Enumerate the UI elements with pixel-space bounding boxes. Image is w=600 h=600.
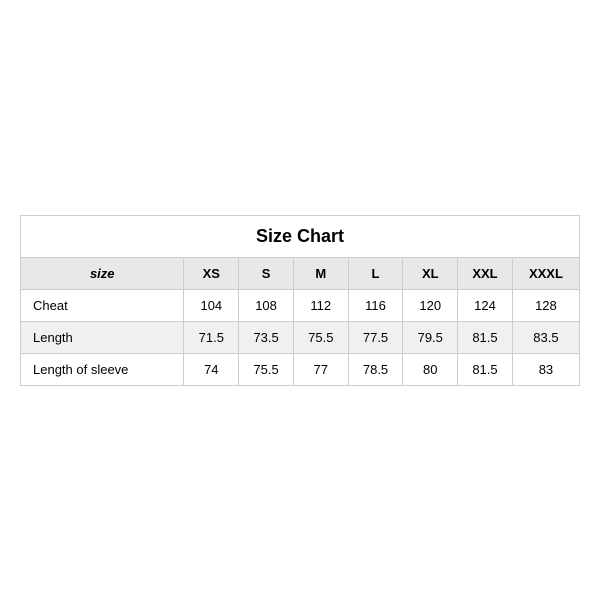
table-row: Length of sleeve7475.57778.58081.583 (21, 353, 580, 385)
cell-value: 75.5 (239, 353, 294, 385)
cell-value: 83 (512, 353, 579, 385)
table-row: Cheat104108112116120124128 (21, 289, 580, 321)
cell-value: 112 (293, 289, 348, 321)
cell-value: 73.5 (239, 321, 294, 353)
cell-value: 75.5 (293, 321, 348, 353)
cell-value: 77 (293, 353, 348, 385)
header-row: size XS S M L XL XXL XXXL (21, 257, 580, 289)
table-row: Length71.573.575.577.579.581.583.5 (21, 321, 580, 353)
header-m: M (293, 257, 348, 289)
cell-value: 71.5 (184, 321, 239, 353)
cell-value: 78.5 (348, 353, 403, 385)
row-label: Cheat (21, 289, 184, 321)
header-xs: XS (184, 257, 239, 289)
header-s: S (239, 257, 294, 289)
cell-value: 77.5 (348, 321, 403, 353)
row-label: Length of sleeve (21, 353, 184, 385)
cell-value: 116 (348, 289, 403, 321)
cell-value: 81.5 (458, 321, 513, 353)
cell-value: 79.5 (403, 321, 458, 353)
cell-value: 81.5 (458, 353, 513, 385)
cell-value: 128 (512, 289, 579, 321)
header-xxxl: XXXL (512, 257, 579, 289)
header-size: size (21, 257, 184, 289)
table-title: Size Chart (21, 215, 580, 257)
cell-value: 108 (239, 289, 294, 321)
header-l: L (348, 257, 403, 289)
cell-value: 83.5 (512, 321, 579, 353)
row-label: Length (21, 321, 184, 353)
size-chart-table: Size Chart size XS S M L XL XXL XXXL Che… (20, 215, 580, 386)
cell-value: 104 (184, 289, 239, 321)
cell-value: 74 (184, 353, 239, 385)
title-row: Size Chart (21, 215, 580, 257)
header-xl: XL (403, 257, 458, 289)
size-chart-container: Size Chart size XS S M L XL XXL XXXL Che… (20, 215, 580, 386)
header-xxl: XXL (458, 257, 513, 289)
cell-value: 124 (458, 289, 513, 321)
cell-value: 80 (403, 353, 458, 385)
cell-value: 120 (403, 289, 458, 321)
